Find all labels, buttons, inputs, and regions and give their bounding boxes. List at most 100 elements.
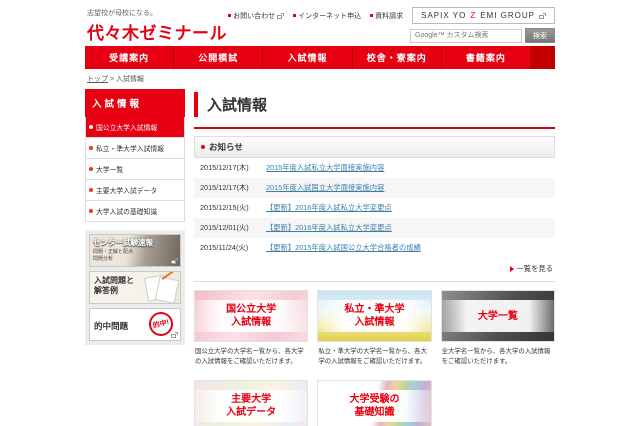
bullet-icon	[89, 125, 93, 129]
news-link[interactable]: 【更新】2016年度入試私立大学変更点	[266, 203, 392, 213]
sidebar-banners: センター試験速報 問題・正解と配点 問題分析 入試問題と 解答例 的中問題 的中…	[85, 230, 185, 345]
breadcrumb-home-link[interactable]: トップ	[87, 76, 108, 83]
external-link-icon	[539, 12, 546, 19]
category-cards: 国公立大学 入試情報 国公立大学の大学名一覧から、各大学の入試情報をご確認いただけ…	[194, 290, 555, 426]
sidebar-item-kiso-chishiki[interactable]: 大学入試の基礎知識	[86, 201, 184, 221]
search-button[interactable]: 検索	[525, 28, 555, 43]
search-bar: 検索	[228, 28, 555, 43]
card-title: 私立・準大学 入試情報	[344, 304, 405, 328]
nav-item-open-exam[interactable]: 公開模試	[174, 46, 264, 69]
page-title-block: 入試情報	[194, 89, 555, 129]
header-utility: お問い合わせ インターネット申込 資料請求 SAPIX YO Z EMI GROUP	[228, 7, 555, 43]
sidebar-menu: 国公立大学入試情報 私立・準大学入試情報 大学一覧 主要大学入試データ 大学入試…	[85, 117, 185, 222]
news-row: 2015/11/24(火) 【更新】2015年度入試国公立大学合格者の成績	[194, 238, 555, 258]
sidebar-item-kokkoritsu[interactable]: 国公立大学入試情報	[86, 117, 184, 138]
banner-tekichu-mondai[interactable]: 的中問題 的中!	[89, 308, 181, 341]
sidebar-item-shiritsu[interactable]: 私立・準大学入試情報	[86, 138, 184, 159]
sidebar-item-label: 大学一覧	[96, 167, 124, 174]
news-row: 2015/12/17(木) 2015年度入試国立大学面接実施内容	[194, 178, 555, 198]
sidebar-item-label: 国公立大学入試情報	[96, 125, 158, 132]
external-link-icon	[277, 12, 285, 19]
card-description: 私立・準大学の大学名一覧から、各大学の入試情報をご確認いただけます。	[318, 348, 427, 365]
news-list: 2015/12/17(木) 2015年度入試私立大学面接実施内容 2015/12…	[194, 158, 555, 258]
card-description: 全大学名一覧から、各大学の入試情報をご確認いただけます。	[441, 348, 551, 365]
nav-item-exam-info[interactable]: 入試情報	[263, 46, 353, 69]
banner-subtitle: 問題・正解と配点 問題分析	[93, 249, 134, 262]
banner-center-exam-flash[interactable]: センター試験速報 問題・正解と配点 問題分析	[89, 234, 181, 267]
news-link[interactable]: 【更新】2016年度入試私立大学変更点	[266, 223, 392, 233]
sidebar-item-label: 大学入試の基礎知識	[96, 209, 158, 216]
request-materials-link[interactable]: 資料請求	[370, 11, 403, 21]
bullet-icon	[293, 14, 297, 17]
sidebar-title: 入試情報	[85, 89, 185, 117]
sapix-yozemi-group-button[interactable]: SAPIX YO Z EMI GROUP	[412, 7, 555, 24]
sidebar-item-label: 私立・準大学入試情報	[96, 146, 164, 153]
external-link-icon	[171, 332, 178, 338]
card-shuyo-daigaku-data[interactable]: 主要大学入試データ 大学の入試データをご確認いただけます。	[194, 379, 309, 426]
news-link[interactable]: 【更新】2015年度入試国公立大学合格者の成績	[266, 243, 421, 253]
brand: 志望校が母校になる。 代々木ゼミナール	[87, 8, 227, 44]
card-juken-kiso-chishiki[interactable]: 大学受験の基礎知識 大学受験の基礎知識情報がご確認いただけます。	[317, 379, 432, 426]
card-shiritsu-nyushi[interactable]: 私立・準大学 入試情報 私立・準大学の大学名一覧から、各大学の入試情報をご確認いた…	[317, 290, 432, 371]
bullet-icon	[228, 14, 232, 17]
sidebar: 入試情報 国公立大学入試情報 私立・準大学入試情報 大学一覧 主要大学入試データ…	[85, 89, 185, 345]
view-all-row: 一覧を見る	[194, 258, 555, 281]
banner-title: センター試験速報	[93, 238, 153, 247]
news-date: 2015/11/24(火)	[200, 243, 249, 252]
card-daigaku-ichiran[interactable]: 大学一覧 全大学名一覧から、各大学の入試情報をご確認いただけます。	[440, 290, 555, 371]
group-label-pre: SAPIX YO	[421, 11, 467, 20]
page: 志望校が母校になる。 代々木ゼミナール お問い合わせ インターネット申込 資料請…	[0, 0, 640, 426]
internet-apply-label: インターネット申込	[298, 12, 362, 20]
breadcrumb: トップ > 入試情報	[85, 69, 555, 89]
nav-item-books[interactable]: 書籍案内	[442, 46, 532, 69]
banner-title: 入試問題と 解答例	[94, 276, 134, 296]
bullet-icon	[89, 146, 93, 150]
group-label-post: EMI GROUP	[480, 11, 535, 20]
news-link[interactable]: 2015年度入試私立大学面接実施内容	[266, 163, 384, 173]
news-heading: お知らせ	[209, 142, 243, 152]
news-date: 2015/12/17(木)	[200, 183, 249, 192]
request-materials-label: 資料請求	[375, 12, 404, 20]
view-all-link[interactable]: 一覧を見る	[517, 264, 553, 274]
news-row: 2015/12/17(木) 2015年度入試私立大学面接実施内容	[194, 158, 555, 178]
search-input[interactable]	[410, 28, 522, 43]
breadcrumb-separator: >	[109, 76, 115, 83]
nav-item-campus-dorm[interactable]: 校舎・寮案内	[353, 46, 442, 69]
banner-exam-questions-answers[interactable]: 入試問題と 解答例	[89, 271, 181, 304]
bullet-icon	[89, 209, 93, 213]
circle-bullet-icon	[201, 145, 205, 149]
news-date: 2015/12/17(木)	[200, 163, 249, 172]
nav-tail	[531, 46, 556, 69]
card-image: 私立・準大学 入試情報	[317, 290, 432, 342]
utility-links: お問い合わせ インターネット申込 資料請求 SAPIX YO Z EMI GROUP	[228, 7, 555, 24]
card-image: 主要大学 入試データ	[194, 379, 309, 426]
news-link[interactable]: 2015年度入試国立大学面接実施内容	[266, 183, 384, 193]
divider	[194, 281, 555, 282]
sidebar-item-label: 主要大学入試データ	[96, 188, 158, 195]
sidebar-item-nyushi-data[interactable]: 主要大学入試データ	[86, 180, 184, 201]
card-image: 国公立大学 入試情報	[194, 290, 309, 342]
contact-link[interactable]: お問い合わせ	[228, 11, 285, 21]
site-logo[interactable]: 代々木ゼミナール	[87, 19, 227, 44]
card-kokkoritsu-nyushi[interactable]: 国公立大学 入試情報 国公立大学の大学名一覧から、各大学の入試情報をご確認いただけ…	[194, 290, 309, 371]
breadcrumb-current: 入試情報	[116, 76, 144, 83]
news-row: 2015/12/15(火) 【更新】2016年度入試私立大学変更点	[194, 198, 555, 218]
card-title: 大学受験の 基礎知識	[349, 393, 400, 418]
card-title: 大学一覧	[477, 310, 518, 322]
card-description: 国公立大学の大学名一覧から、各大学の入試情報をご確認いただけます。	[195, 348, 304, 365]
arrow-right-icon	[509, 266, 514, 272]
news-date: 2015/12/15(火)	[200, 203, 249, 212]
page-title: 入試情報	[194, 92, 555, 117]
external-link-icon	[171, 258, 178, 264]
bullet-icon	[89, 167, 93, 171]
nav-item-course-guide[interactable]: 受講案内	[85, 46, 175, 69]
card-image: 大学受験の 基礎知識	[317, 379, 432, 426]
banner-title: 的中問題	[94, 321, 129, 331]
site-header: 志望校が母校になる。 代々木ゼミナール お問い合わせ インターネット申込 資料請…	[85, 0, 555, 46]
sidebar-item-daigaku-ichiran[interactable]: 大学一覧	[86, 159, 184, 180]
brand-tagline: 志望校が母校になる。	[87, 10, 157, 17]
contact-label: お問い合わせ	[233, 12, 276, 20]
news-date: 2015/12/01(火)	[200, 223, 249, 232]
internet-apply-link[interactable]: インターネット申込	[293, 11, 361, 21]
card-title: 主要大学 入試データ	[226, 393, 277, 418]
